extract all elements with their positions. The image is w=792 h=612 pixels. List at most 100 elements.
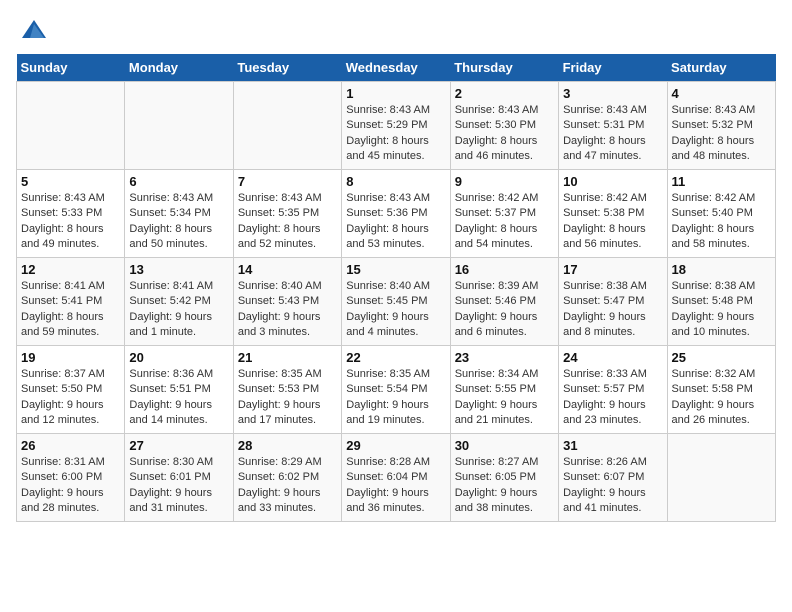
- day-number: 7: [238, 174, 337, 189]
- day-info: Sunrise: 8:37 AM Sunset: 5:50 PM Dayligh…: [21, 367, 120, 429]
- calendar-body: 1 Sunrise: 8:43 AM Sunset: 5:29 PM Daylig…: [17, 82, 776, 522]
- day-info: Sunrise: 8:29 AM Sunset: 6:02 PM Dayligh…: [238, 455, 337, 517]
- day-info: Sunrise: 8:42 AM Sunset: 5:38 PM Dayligh…: [563, 191, 662, 253]
- day-number: 22: [346, 350, 445, 365]
- day-info: Sunrise: 8:36 AM Sunset: 5:51 PM Dayligh…: [129, 367, 228, 429]
- day-number: 4: [672, 86, 771, 101]
- calendar-cell: 28Sunrise: 8:29 AM Sunset: 6:02 PM Dayli…: [233, 434, 341, 522]
- calendar-week-5: 26Sunrise: 8:31 AM Sunset: 6:00 PM Dayli…: [17, 434, 776, 522]
- day-info: Sunrise: 8:41 AM Sunset: 5:42 PM Dayligh…: [129, 279, 228, 341]
- day-info: Sunrise: 8:38 AM Sunset: 5:48 PM Dayligh…: [672, 279, 771, 341]
- day-number: 9: [455, 174, 554, 189]
- calendar-cell: 12Sunrise: 8:41 AM Sunset: 5:41 PM Dayli…: [17, 258, 125, 346]
- calendar-cell: 17 Sunrise: 8:38 AM Sunset: 5:47 PM Dayli…: [559, 258, 667, 346]
- day-info: Sunrise: 8:35 AM Sunset: 5:53 PM Dayligh…: [238, 367, 337, 429]
- logo-icon: [20, 16, 48, 44]
- day-number: 31: [563, 438, 662, 453]
- day-info: Sunrise: 8:43 AM Sunset: 5:36 PM Dayligh…: [346, 191, 445, 253]
- calendar-cell: 25 Sunrise: 8:32 AM Sunset: 5:58 PM Dayli…: [667, 346, 775, 434]
- day-number: 8: [346, 174, 445, 189]
- day-number: 30: [455, 438, 554, 453]
- calendar-cell: 22 Sunrise: 8:35 AM Sunset: 5:54 PM Dayli…: [342, 346, 450, 434]
- calendar-cell: [125, 82, 233, 170]
- day-number: 29: [346, 438, 445, 453]
- day-header-wednesday: Wednesday: [342, 54, 450, 82]
- day-header-saturday: Saturday: [667, 54, 775, 82]
- day-number: 18: [672, 262, 771, 277]
- day-info: Sunrise: 8:26 AM Sunset: 6:07 PM Dayligh…: [563, 455, 662, 517]
- day-number: 27: [129, 438, 228, 453]
- day-number: 11: [672, 174, 771, 189]
- day-number: 14: [238, 262, 337, 277]
- day-number: 2: [455, 86, 554, 101]
- day-info: Sunrise: 8:39 AM Sunset: 5:46 PM Dayligh…: [455, 279, 554, 341]
- day-number: 20: [129, 350, 228, 365]
- calendar-cell: 18 Sunrise: 8:38 AM Sunset: 5:48 PM Dayli…: [667, 258, 775, 346]
- day-info: Sunrise: 8:34 AM Sunset: 5:55 PM Dayligh…: [455, 367, 554, 429]
- logo: [16, 16, 48, 44]
- day-number: 3: [563, 86, 662, 101]
- day-info: Sunrise: 8:32 AM Sunset: 5:58 PM Dayligh…: [672, 367, 771, 429]
- calendar-cell: 19 Sunrise: 8:37 AM Sunset: 5:50 PM Dayli…: [17, 346, 125, 434]
- day-info: Sunrise: 8:27 AM Sunset: 6:05 PM Dayligh…: [455, 455, 554, 517]
- calendar-cell: 11 Sunrise: 8:42 AM Sunset: 5:40 PM Dayli…: [667, 170, 775, 258]
- day-info: Sunrise: 8:30 AM Sunset: 6:01 PM Dayligh…: [129, 455, 228, 517]
- calendar-cell: 10 Sunrise: 8:42 AM Sunset: 5:38 PM Dayli…: [559, 170, 667, 258]
- day-info: Sunrise: 8:43 AM Sunset: 5:33 PM Dayligh…: [21, 191, 120, 253]
- day-number: 10: [563, 174, 662, 189]
- day-info: Sunrise: 8:43 AM Sunset: 5:34 PM Dayligh…: [129, 191, 228, 253]
- day-info: Sunrise: 8:42 AM Sunset: 5:37 PM Dayligh…: [455, 191, 554, 253]
- page-header: [16, 16, 776, 44]
- day-number: 24: [563, 350, 662, 365]
- day-info: Sunrise: 8:40 AM Sunset: 5:45 PM Dayligh…: [346, 279, 445, 341]
- day-info: Sunrise: 8:43 AM Sunset: 5:29 PM Dayligh…: [346, 103, 445, 165]
- calendar-cell: 30 Sunrise: 8:27 AM Sunset: 6:05 PM Dayli…: [450, 434, 558, 522]
- day-number: 25: [672, 350, 771, 365]
- calendar-cell: 15 Sunrise: 8:40 AM Sunset: 5:45 PM Dayli…: [342, 258, 450, 346]
- day-info: Sunrise: 8:42 AM Sunset: 5:40 PM Dayligh…: [672, 191, 771, 253]
- day-number: 16: [455, 262, 554, 277]
- day-number: 12: [21, 262, 120, 277]
- day-number: 1: [346, 86, 445, 101]
- calendar-cell: [233, 82, 341, 170]
- calendar-cell: 7Sunrise: 8:43 AM Sunset: 5:35 PM Daylig…: [233, 170, 341, 258]
- calendar-cell: 5Sunrise: 8:43 AM Sunset: 5:33 PM Daylig…: [17, 170, 125, 258]
- calendar-cell: 1 Sunrise: 8:43 AM Sunset: 5:29 PM Daylig…: [342, 82, 450, 170]
- day-header-row: SundayMondayTuesdayWednesdayThursdayFrid…: [17, 54, 776, 82]
- day-header-thursday: Thursday: [450, 54, 558, 82]
- day-info: Sunrise: 8:43 AM Sunset: 5:30 PM Dayligh…: [455, 103, 554, 165]
- day-info: Sunrise: 8:28 AM Sunset: 6:04 PM Dayligh…: [346, 455, 445, 517]
- calendar-cell: 2 Sunrise: 8:43 AM Sunset: 5:30 PM Daylig…: [450, 82, 558, 170]
- day-info: Sunrise: 8:38 AM Sunset: 5:47 PM Dayligh…: [563, 279, 662, 341]
- day-header-sunday: Sunday: [17, 54, 125, 82]
- day-number: 21: [238, 350, 337, 365]
- calendar-cell: 29 Sunrise: 8:28 AM Sunset: 6:04 PM Dayli…: [342, 434, 450, 522]
- calendar-cell: 31 Sunrise: 8:26 AM Sunset: 6:07 PM Dayli…: [559, 434, 667, 522]
- day-number: 19: [21, 350, 120, 365]
- calendar-cell: [17, 82, 125, 170]
- calendar-cell: 24Sunrise: 8:33 AM Sunset: 5:57 PM Dayli…: [559, 346, 667, 434]
- calendar-table: SundayMondayTuesdayWednesdayThursdayFrid…: [16, 54, 776, 522]
- calendar-week-4: 19 Sunrise: 8:37 AM Sunset: 5:50 PM Dayli…: [17, 346, 776, 434]
- day-number: 15: [346, 262, 445, 277]
- calendar-cell: 23 Sunrise: 8:34 AM Sunset: 5:55 PM Dayli…: [450, 346, 558, 434]
- calendar-header: SundayMondayTuesdayWednesdayThursdayFrid…: [17, 54, 776, 82]
- day-header-tuesday: Tuesday: [233, 54, 341, 82]
- day-info: Sunrise: 8:43 AM Sunset: 5:32 PM Dayligh…: [672, 103, 771, 165]
- calendar-cell: 20 Sunrise: 8:36 AM Sunset: 5:51 PM Dayli…: [125, 346, 233, 434]
- calendar-cell: [667, 434, 775, 522]
- calendar-cell: 27 Sunrise: 8:30 AM Sunset: 6:01 PM Dayli…: [125, 434, 233, 522]
- day-number: 6: [129, 174, 228, 189]
- calendar-cell: 13 Sunrise: 8:41 AM Sunset: 5:42 PM Dayli…: [125, 258, 233, 346]
- day-header-friday: Friday: [559, 54, 667, 82]
- calendar-cell: 21 Sunrise: 8:35 AM Sunset: 5:53 PM Dayli…: [233, 346, 341, 434]
- day-info: Sunrise: 8:35 AM Sunset: 5:54 PM Dayligh…: [346, 367, 445, 429]
- calendar-cell: 14 Sunrise: 8:40 AM Sunset: 5:43 PM Dayli…: [233, 258, 341, 346]
- day-info: Sunrise: 8:43 AM Sunset: 5:31 PM Dayligh…: [563, 103, 662, 165]
- calendar-cell: 9 Sunrise: 8:42 AM Sunset: 5:37 PM Daylig…: [450, 170, 558, 258]
- day-number: 13: [129, 262, 228, 277]
- calendar-cell: 6 Sunrise: 8:43 AM Sunset: 5:34 PM Daylig…: [125, 170, 233, 258]
- day-number: 23: [455, 350, 554, 365]
- day-number: 17: [563, 262, 662, 277]
- day-info: Sunrise: 8:40 AM Sunset: 5:43 PM Dayligh…: [238, 279, 337, 341]
